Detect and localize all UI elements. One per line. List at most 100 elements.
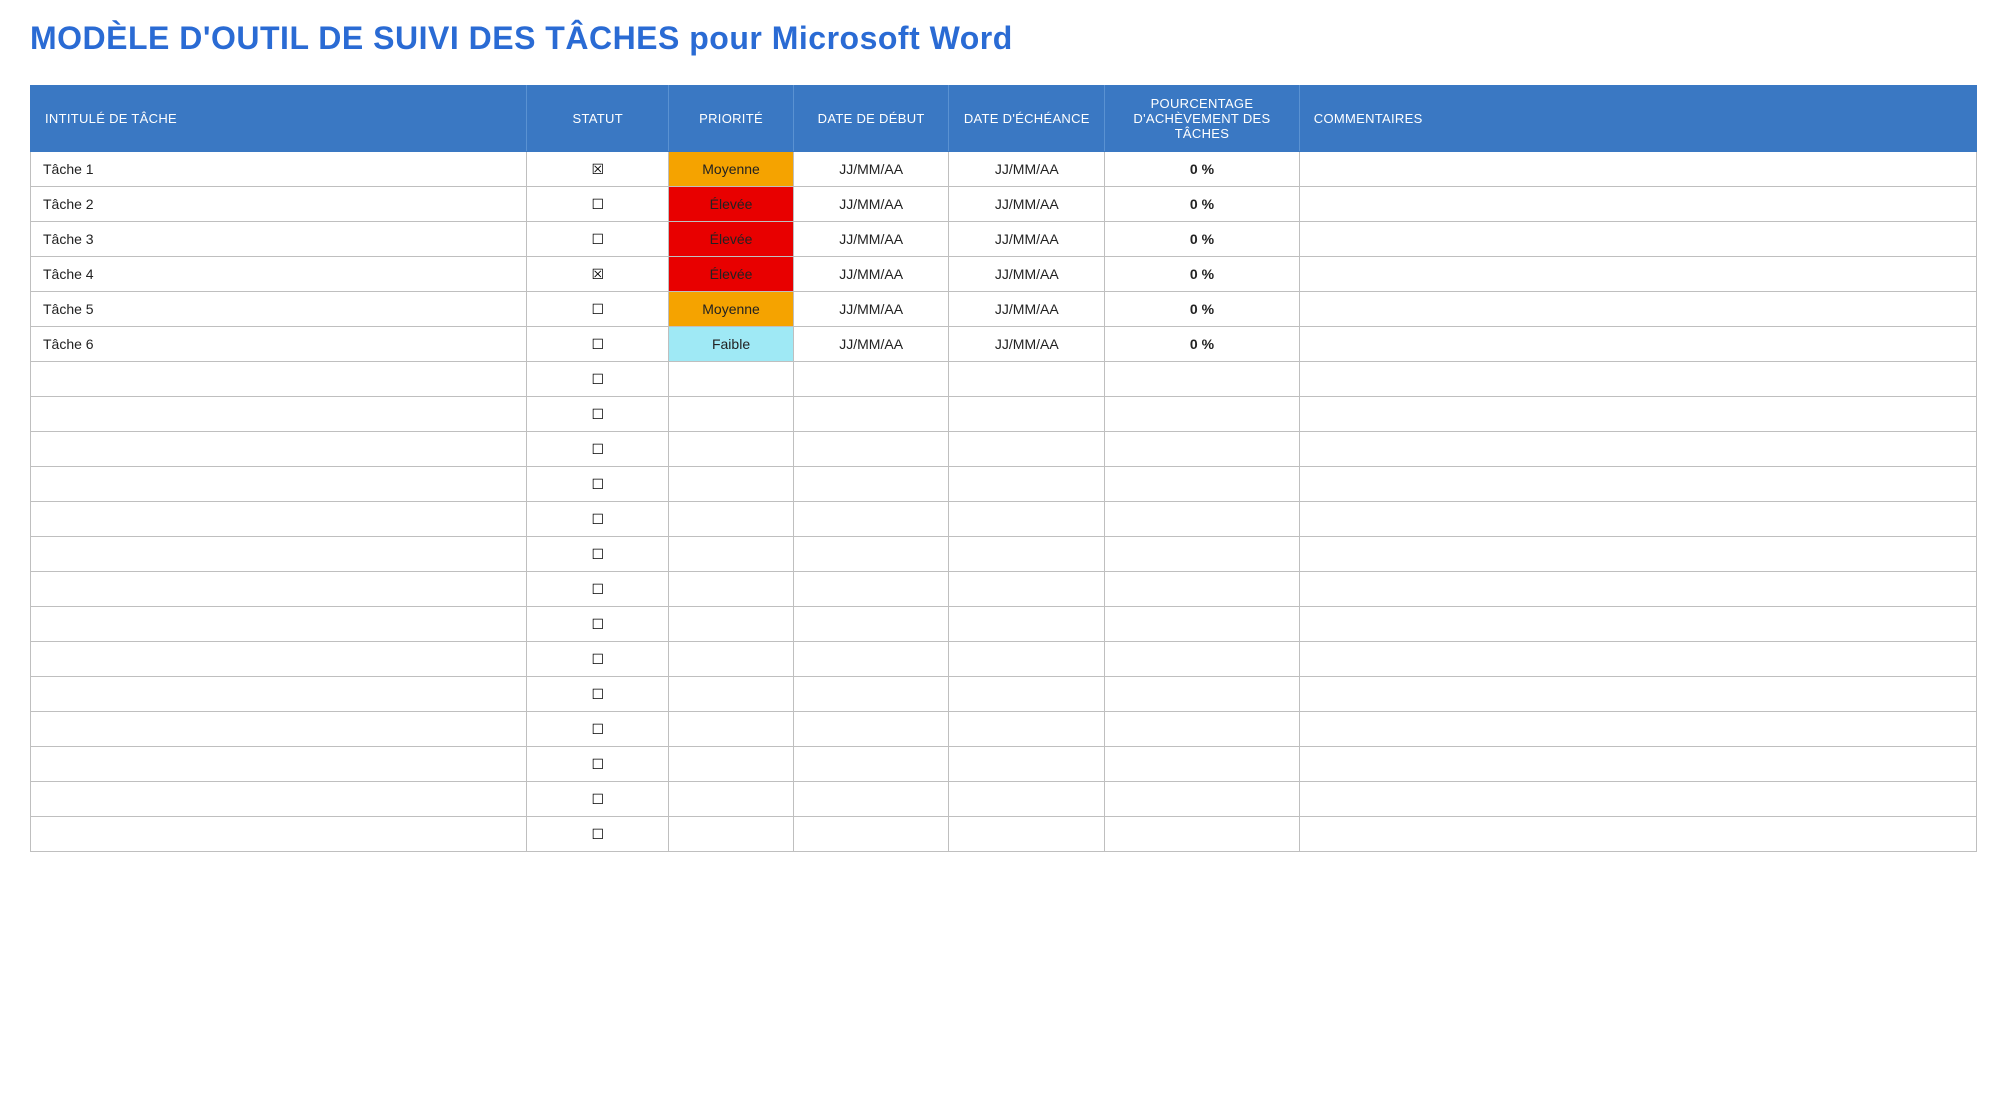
cell-start-date[interactable]	[793, 572, 949, 607]
cell-due-date[interactable]	[949, 397, 1105, 432]
cell-task-name[interactable]: Tâche 3	[31, 222, 527, 257]
cell-comments[interactable]	[1299, 607, 1976, 642]
cell-priority[interactable]	[669, 817, 794, 852]
cell-comments[interactable]	[1299, 782, 1976, 817]
cell-status[interactable]: ☐	[527, 747, 669, 782]
cell-completion-pct[interactable]	[1105, 642, 1300, 677]
cell-completion-pct[interactable]: 0 %	[1105, 292, 1300, 327]
cell-start-date[interactable]	[793, 677, 949, 712]
cell-start-date[interactable]	[793, 362, 949, 397]
cell-start-date[interactable]: JJ/MM/AA	[793, 257, 949, 292]
cell-comments[interactable]	[1299, 397, 1976, 432]
cell-comments[interactable]	[1299, 222, 1976, 257]
cell-priority[interactable]	[669, 572, 794, 607]
cell-comments[interactable]	[1299, 677, 1976, 712]
cell-task-name[interactable]: Tâche 1	[31, 152, 527, 187]
cell-due-date[interactable]	[949, 642, 1105, 677]
cell-due-date[interactable]: JJ/MM/AA	[949, 187, 1105, 222]
checkbox-icon[interactable]: ☐	[591, 582, 604, 596]
cell-completion-pct[interactable]	[1105, 572, 1300, 607]
cell-comments[interactable]	[1299, 747, 1976, 782]
cell-status[interactable]: ☐	[527, 187, 669, 222]
cell-priority[interactable]	[669, 782, 794, 817]
cell-task-name[interactable]	[31, 537, 527, 572]
cell-priority[interactable]	[669, 397, 794, 432]
checkbox-icon[interactable]: ☐	[591, 617, 604, 631]
cell-task-name[interactable]	[31, 467, 527, 502]
cell-start-date[interactable]	[793, 537, 949, 572]
cell-status[interactable]: ☒	[527, 257, 669, 292]
cell-completion-pct[interactable]	[1105, 747, 1300, 782]
cell-status[interactable]: ☐	[527, 677, 669, 712]
cell-due-date[interactable]	[949, 782, 1105, 817]
cell-comments[interactable]	[1299, 712, 1976, 747]
cell-priority[interactable]	[669, 712, 794, 747]
cell-comments[interactable]	[1299, 257, 1976, 292]
checkbox-icon[interactable]: ☐	[591, 407, 604, 421]
cell-priority[interactable]: Élevée	[669, 222, 794, 257]
cell-comments[interactable]	[1299, 327, 1976, 362]
cell-priority[interactable]	[669, 642, 794, 677]
cell-comments[interactable]	[1299, 362, 1976, 397]
cell-status[interactable]: ☐	[527, 397, 669, 432]
cell-start-date[interactable]: JJ/MM/AA	[793, 292, 949, 327]
cell-task-name[interactable]	[31, 642, 527, 677]
cell-comments[interactable]	[1299, 817, 1976, 852]
cell-start-date[interactable]: JJ/MM/AA	[793, 187, 949, 222]
cell-completion-pct[interactable]: 0 %	[1105, 187, 1300, 222]
cell-due-date[interactable]: JJ/MM/AA	[949, 152, 1105, 187]
cell-start-date[interactable]	[793, 782, 949, 817]
checkbox-icon[interactable]: ☐	[591, 757, 604, 771]
cell-status[interactable]: ☐	[527, 537, 669, 572]
cell-task-name[interactable]	[31, 747, 527, 782]
cell-task-name[interactable]: Tâche 4	[31, 257, 527, 292]
cell-comments[interactable]	[1299, 432, 1976, 467]
checkbox-icon[interactable]: ☐	[591, 302, 604, 316]
checkbox-icon[interactable]: ☒	[591, 267, 604, 281]
cell-due-date[interactable]	[949, 362, 1105, 397]
cell-due-date[interactable]: JJ/MM/AA	[949, 222, 1105, 257]
cell-completion-pct[interactable]	[1105, 537, 1300, 572]
cell-start-date[interactable]	[793, 607, 949, 642]
cell-due-date[interactable]	[949, 677, 1105, 712]
cell-start-date[interactable]	[793, 817, 949, 852]
cell-completion-pct[interactable]	[1105, 607, 1300, 642]
cell-completion-pct[interactable]: 0 %	[1105, 257, 1300, 292]
checkbox-icon[interactable]: ☐	[591, 477, 604, 491]
checkbox-icon[interactable]: ☐	[591, 722, 604, 736]
cell-start-date[interactable]: JJ/MM/AA	[793, 327, 949, 362]
cell-task-name[interactable]	[31, 502, 527, 537]
cell-task-name[interactable]: Tâche 6	[31, 327, 527, 362]
checkbox-icon[interactable]: ☐	[591, 197, 604, 211]
cell-comments[interactable]	[1299, 152, 1976, 187]
cell-priority[interactable]: Moyenne	[669, 292, 794, 327]
cell-start-date[interactable]	[793, 467, 949, 502]
cell-start-date[interactable]	[793, 502, 949, 537]
cell-task-name[interactable]	[31, 432, 527, 467]
cell-comments[interactable]	[1299, 502, 1976, 537]
cell-priority[interactable]	[669, 537, 794, 572]
cell-due-date[interactable]	[949, 572, 1105, 607]
cell-status[interactable]: ☐	[527, 292, 669, 327]
cell-priority[interactable]: Élevée	[669, 257, 794, 292]
cell-task-name[interactable]	[31, 362, 527, 397]
cell-status[interactable]: ☐	[527, 712, 669, 747]
cell-status[interactable]: ☐	[527, 782, 669, 817]
cell-completion-pct[interactable]	[1105, 712, 1300, 747]
cell-completion-pct[interactable]	[1105, 677, 1300, 712]
checkbox-icon[interactable]: ☒	[591, 162, 604, 176]
cell-due-date[interactable]: JJ/MM/AA	[949, 327, 1105, 362]
cell-due-date[interactable]	[949, 467, 1105, 502]
cell-task-name[interactable]: Tâche 2	[31, 187, 527, 222]
cell-start-date[interactable]	[793, 397, 949, 432]
cell-comments[interactable]	[1299, 642, 1976, 677]
cell-status[interactable]: ☐	[527, 222, 669, 257]
cell-task-name[interactable]	[31, 607, 527, 642]
cell-completion-pct[interactable]: 0 %	[1105, 327, 1300, 362]
cell-task-name[interactable]	[31, 817, 527, 852]
checkbox-icon[interactable]: ☐	[591, 792, 604, 806]
cell-priority[interactable]	[669, 607, 794, 642]
cell-start-date[interactable]	[793, 712, 949, 747]
cell-task-name[interactable]: Tâche 5	[31, 292, 527, 327]
cell-priority[interactable]	[669, 677, 794, 712]
